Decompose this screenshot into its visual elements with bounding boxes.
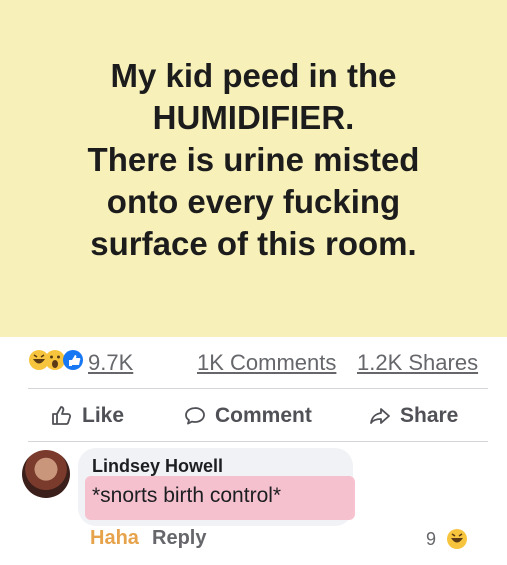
post-text: My kid peed in the HUMIDIFIER. There is … xyxy=(40,55,467,265)
comment-text: *snorts birth control* xyxy=(92,484,282,507)
haha-reaction-button[interactable]: Haha xyxy=(90,527,139,550)
comment-reaction-count[interactable]: 9 xyxy=(426,529,436,550)
post-line-3: There is urine misted xyxy=(87,141,420,178)
like-label: Like xyxy=(82,404,125,427)
comments-count[interactable]: 1K Comments xyxy=(197,350,336,376)
post-line-5: surface of this room. xyxy=(90,225,417,262)
comments-section: Lindsey Howell *snorts birth control* Ha… xyxy=(0,442,507,565)
haha-icon[interactable] xyxy=(446,528,468,550)
thumbs-up-icon xyxy=(52,406,72,425)
like-icon xyxy=(63,350,83,370)
reply-button[interactable]: Reply xyxy=(152,527,206,550)
post-stats: 9.7K 1K Comments 1.2K Shares xyxy=(0,337,507,395)
stats-divider xyxy=(28,388,488,389)
share-label: Share xyxy=(400,404,459,427)
shares-count[interactable]: 1.2K Shares xyxy=(357,350,478,376)
share-arrow-icon xyxy=(370,408,390,424)
avatar[interactable] xyxy=(22,450,70,498)
reactions-count[interactable]: 9.7K xyxy=(88,350,133,376)
reaction-icons[interactable] xyxy=(28,348,88,372)
comment-button[interactable]: Comment xyxy=(183,404,312,428)
share-button[interactable]: Share xyxy=(368,404,458,428)
like-button[interactable]: Like xyxy=(50,404,124,428)
post-line-1: My kid peed in the xyxy=(110,57,397,94)
post-actions: Like Comment Share xyxy=(0,395,507,442)
comment-label: Comment xyxy=(215,404,312,427)
wow-icon xyxy=(45,350,65,370)
post-line-4: onto every fucking xyxy=(106,183,401,220)
post-line-2: HUMIDIFIER. xyxy=(152,99,355,136)
comment-icon xyxy=(185,407,205,425)
comment-author[interactable]: Lindsey Howell xyxy=(92,456,223,477)
